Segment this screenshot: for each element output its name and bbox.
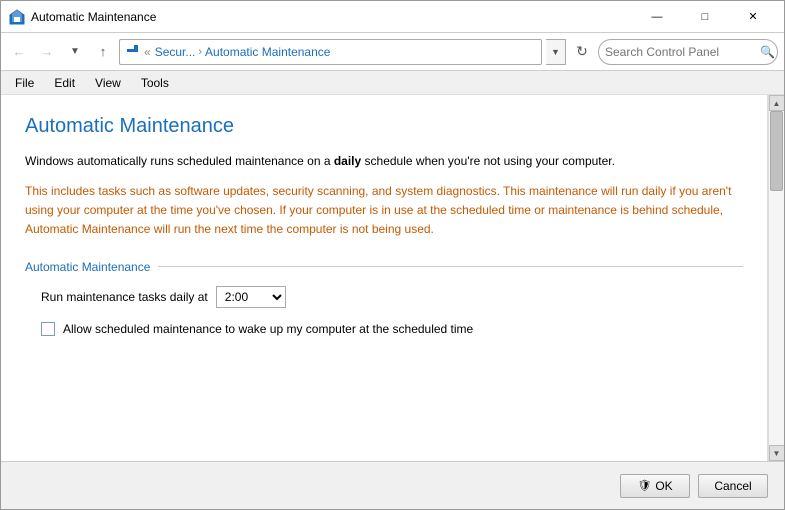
refresh-button[interactable]: ↻ [570,40,594,64]
menu-edit[interactable]: Edit [44,74,85,92]
window-title: Automatic Maintenance [31,10,634,24]
menu-tools[interactable]: Tools [131,74,179,92]
breadcrumb-part1[interactable]: Secur... [155,45,196,59]
cancel-button[interactable]: Cancel [698,474,768,498]
menu-view[interactable]: View [85,74,131,92]
window-icon [9,9,25,25]
breadcrumb-prefix: « [144,45,151,59]
page-title: Automatic Maintenance [25,115,743,138]
search-input[interactable] [605,45,760,59]
title-bar: Automatic Maintenance — □ ✕ [1,1,784,33]
section-divider [158,266,743,267]
window: Automatic Maintenance — □ ✕ ← → ▼ ↑ « Se… [0,0,785,510]
shield-icon: 🛡 [637,479,651,492]
section-header: Automatic Maintenance [25,260,743,274]
section-label: Automatic Maintenance [25,260,150,274]
scroll-down-button[interactable]: ▼ [769,445,785,461]
flag-icon [126,44,140,59]
back-button[interactable]: ← [7,40,31,64]
breadcrumb-part2[interactable]: Automatic Maintenance [205,45,330,59]
address-bar: ← → ▼ ↑ « Secur... › Automatic Maintenan… [1,33,784,71]
time-setting-row: Run maintenance tasks daily at 1:00 2:00… [41,286,743,308]
cancel-label: Cancel [714,479,751,493]
ok-button[interactable]: 🛡 OK [620,474,690,498]
scroll-thumb[interactable] [770,111,783,191]
content-area: Automatic Maintenance Windows automatica… [1,95,784,461]
breadcrumb-sep1: › [198,46,202,58]
forward-button[interactable]: → [35,40,59,64]
scrollbar: ▲ ▼ [768,95,784,461]
search-icon: 🔍 [760,45,775,59]
time-select[interactable]: 1:00 2:00 3:00 4:00 5:00 [216,286,286,308]
desc1-bold: daily [334,154,361,168]
description-2: This includes tasks such as software upd… [25,182,743,240]
scroll-track[interactable] [769,111,784,445]
minimize-button[interactable]: — [634,2,680,32]
desc1-after: schedule when you're not using your comp… [361,154,615,168]
desc1-before: Windows automatically runs scheduled mai… [25,154,334,168]
footer: 🛡 OK Cancel [1,461,784,509]
address-path[interactable]: « Secur... › Automatic Maintenance [119,39,542,65]
menu-bar: File Edit View Tools [1,71,784,95]
scroll-up-button[interactable]: ▲ [769,95,785,111]
checkbox-row: Allow scheduled maintenance to wake up m… [41,322,743,336]
time-setting-label: Run maintenance tasks daily at [41,290,208,304]
close-button[interactable]: ✕ [730,2,776,32]
window-controls: — □ ✕ [634,2,776,32]
ok-label: OK [655,479,672,493]
maximize-button[interactable]: □ [682,2,728,32]
wake-checkbox[interactable] [41,322,55,336]
search-box: 🔍 [598,39,778,65]
address-dropdown-button[interactable]: ▼ [546,39,566,65]
main-panel: Automatic Maintenance Windows automatica… [1,95,768,461]
description-1: Windows automatically runs scheduled mai… [25,152,743,170]
dropdown-arrow-button[interactable]: ▼ [63,40,87,64]
checkbox-label: Allow scheduled maintenance to wake up m… [63,322,473,336]
menu-file[interactable]: File [5,74,44,92]
up-button[interactable]: ↑ [91,40,115,64]
